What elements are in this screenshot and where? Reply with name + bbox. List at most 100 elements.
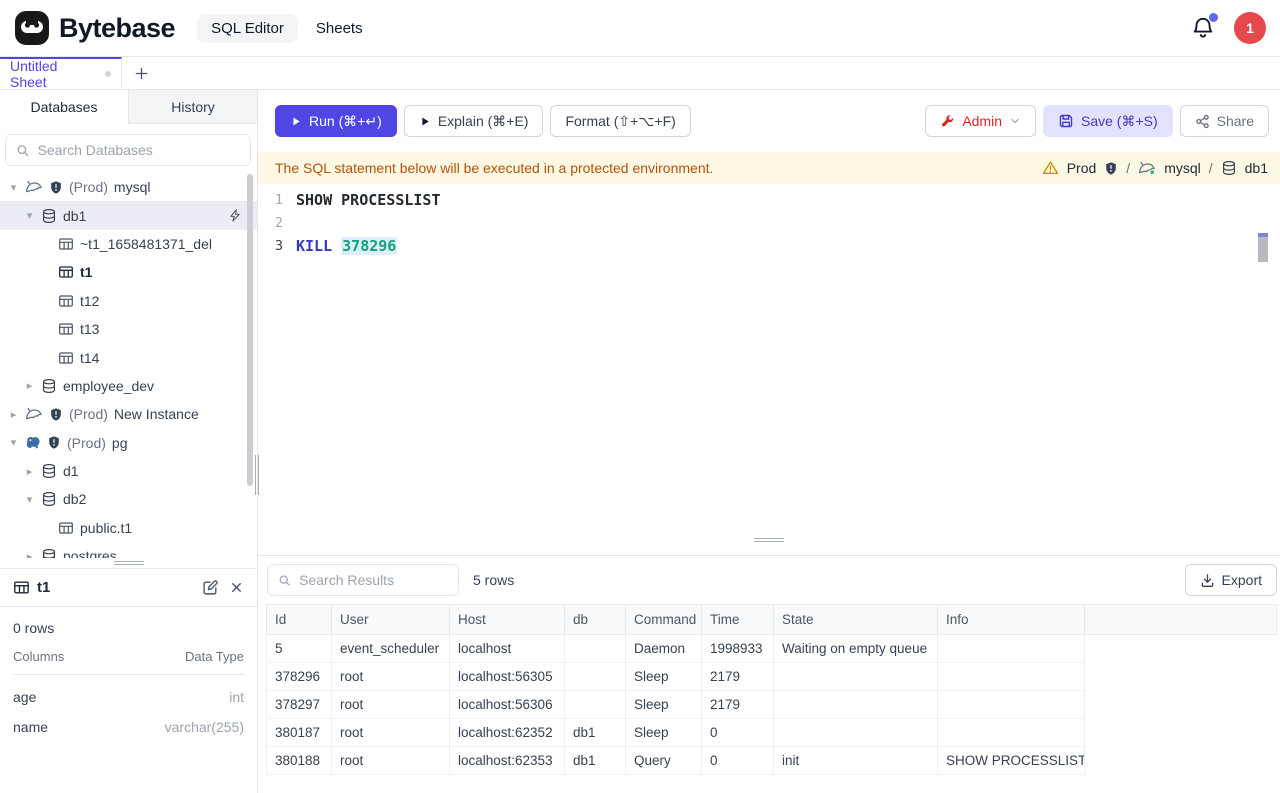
tab-history[interactable]: History — [129, 90, 257, 124]
tree-item-postgres[interactable]: ▸ postgres — [0, 542, 257, 558]
grid-header[interactable]: State — [774, 605, 938, 635]
admin-mode-button[interactable]: Admin — [925, 105, 1036, 137]
chevron-right-icon[interactable]: ▸ — [8, 408, 19, 421]
column-type: int — [229, 689, 244, 705]
column-row: age int — [13, 689, 244, 705]
avatar[interactable]: 1 — [1234, 12, 1266, 44]
tab-untitled-sheet[interactable]: Untitled Sheet — [0, 57, 122, 89]
grid-row: 380187 root localhost:62352 db1 Sleep 0 — [267, 719, 1277, 747]
grid-cell — [774, 719, 938, 747]
close-icon[interactable] — [229, 580, 244, 595]
main-panel: Run (⌘+↵) Explain (⌘+E) Format (⇧+⌥+F) A… — [258, 90, 1280, 793]
grid-cell: Sleep — [626, 663, 702, 691]
grid-header[interactable]: Id — [267, 605, 332, 635]
grid-cell: Sleep — [626, 719, 702, 747]
table-icon — [58, 520, 74, 536]
save-button[interactable]: Save (⌘+S) — [1043, 105, 1173, 137]
breadcrumb-environment[interactable]: Prod — [1067, 160, 1097, 176]
tree-item-d1[interactable]: ▸ d1 — [0, 457, 257, 485]
grid-cell: db1 — [565, 747, 626, 775]
grid-row: 378296 root localhost:56305 Sleep 2179 — [267, 663, 1277, 691]
postgresql-icon — [25, 435, 41, 451]
brand[interactable]: Bytebase — [14, 10, 175, 46]
sidebar-horizontal-splitter[interactable] — [0, 558, 257, 568]
sheet-tab-label: Untitled Sheet — [10, 58, 96, 90]
tree-item-t12[interactable]: t12 — [0, 287, 257, 315]
columns-header: Columns — [13, 649, 64, 664]
sql-editor-area[interactable]: 1 SHOW PROCESSLIST 2 3 KILL 378296 — [258, 184, 1280, 535]
new-sheet-button[interactable] — [122, 57, 160, 89]
grid-header[interactable]: Command — [626, 605, 702, 635]
env-prefix: (Prod) — [67, 435, 106, 451]
tree-item-label: postgres — [63, 548, 117, 558]
tree-item-instance-new[interactable]: ▸ (Prod) New Instance — [0, 400, 257, 428]
export-button[interactable]: Export — [1185, 564, 1277, 596]
grid-cell: root — [332, 747, 450, 775]
mysql-icon — [25, 180, 43, 194]
grid-cell: db1 — [565, 719, 626, 747]
grid-cell: 378297 — [267, 691, 332, 719]
breadcrumb-instance[interactable]: mysql — [1164, 160, 1201, 176]
grid-cell: SHOW PROCESSLIST — [938, 747, 1085, 775]
tree-item-label: t13 — [80, 321, 99, 337]
chevron-right-icon[interactable]: ▸ — [24, 465, 35, 478]
run-button[interactable]: Run (⌘+↵) — [275, 105, 397, 137]
tree-item-label: t14 — [80, 350, 99, 366]
chevron-right-icon[interactable]: ▸ — [24, 379, 35, 392]
breadcrumb-database[interactable]: db1 — [1245, 160, 1268, 176]
chevron-down-icon[interactable]: ▾ — [24, 493, 35, 506]
tree-item-t1[interactable]: t1 — [0, 258, 257, 286]
search-databases-input[interactable] — [38, 142, 240, 158]
tree-item-t1-del[interactable]: ~t1_1658481371_del — [0, 230, 257, 258]
tree-item-db1[interactable]: ▾ db1 — [0, 201, 257, 229]
grid-cell: Sleep — [626, 691, 702, 719]
search-results-input[interactable] — [299, 572, 448, 588]
grid-header[interactable]: Time — [702, 605, 774, 635]
sidebar-vertical-splitter[interactable] — [255, 455, 260, 495]
tree-scrollbar[interactable] — [247, 174, 253, 486]
grid-cell: 2179 — [702, 663, 774, 691]
grid-header[interactable]: User — [332, 605, 450, 635]
chevron-down-icon[interactable]: ▾ — [8, 436, 19, 449]
line-number: 2 — [258, 212, 296, 235]
result-row-count: 5 rows — [473, 572, 514, 588]
grid-cell — [938, 691, 1085, 719]
tree-item-instance-pg[interactable]: ▾ (Prod) pg — [0, 429, 257, 457]
tree-item-db2[interactable]: ▾ db2 — [0, 485, 257, 513]
chevron-right-icon[interactable]: ▸ — [24, 550, 35, 558]
database-icon — [41, 208, 57, 224]
tree-item-public-t1[interactable]: public.t1 — [0, 514, 257, 542]
connect-bolt-icon[interactable] — [228, 208, 242, 223]
grid-header[interactable]: Host — [450, 605, 565, 635]
chevron-down-icon[interactable]: ▾ — [24, 209, 35, 222]
tree-item-label: mysql — [114, 179, 151, 195]
editor-overview-ruler[interactable] — [1258, 233, 1268, 262]
data-type-header: Data Type — [185, 649, 244, 664]
grid-header[interactable]: Info — [938, 605, 1085, 635]
tree-item-t13[interactable]: t13 — [0, 315, 257, 343]
tab-databases[interactable]: Databases — [0, 90, 129, 124]
tree-item-instance-mysql[interactable]: ▾ (Prod) mysql — [0, 173, 257, 201]
play-icon — [290, 115, 302, 128]
grid-cell: localhost:62352 — [450, 719, 565, 747]
nav-sheets[interactable]: Sheets — [312, 14, 367, 43]
notification-bell-icon[interactable] — [1190, 15, 1216, 41]
bytebase-logo-icon — [14, 10, 50, 46]
chevron-down-icon[interactable]: ▾ — [8, 181, 19, 194]
share-button[interactable]: Share — [1180, 105, 1269, 137]
grid-cell: root — [332, 719, 450, 747]
grid-header[interactable]: db — [565, 605, 626, 635]
grid-cell: 0 — [702, 747, 774, 775]
table-panel-title: t1 — [37, 579, 50, 596]
explain-button[interactable]: Explain (⌘+E) — [404, 105, 544, 137]
tree-item-label: pg — [112, 435, 128, 451]
editor-line: 3 KILL 378296 — [258, 235, 1280, 258]
notification-dot — [1209, 13, 1218, 22]
results-splitter[interactable] — [258, 535, 1280, 555]
tree-item-employee-dev[interactable]: ▸ employee_dev — [0, 372, 257, 400]
grid-header-row: Id User Host db Command Time State Info — [267, 605, 1277, 635]
edit-icon[interactable] — [202, 579, 219, 596]
nav-sql-editor[interactable]: SQL Editor — [197, 14, 298, 43]
format-button[interactable]: Format (⇧+⌥+F) — [550, 105, 690, 137]
tree-item-t14[interactable]: t14 — [0, 343, 257, 371]
